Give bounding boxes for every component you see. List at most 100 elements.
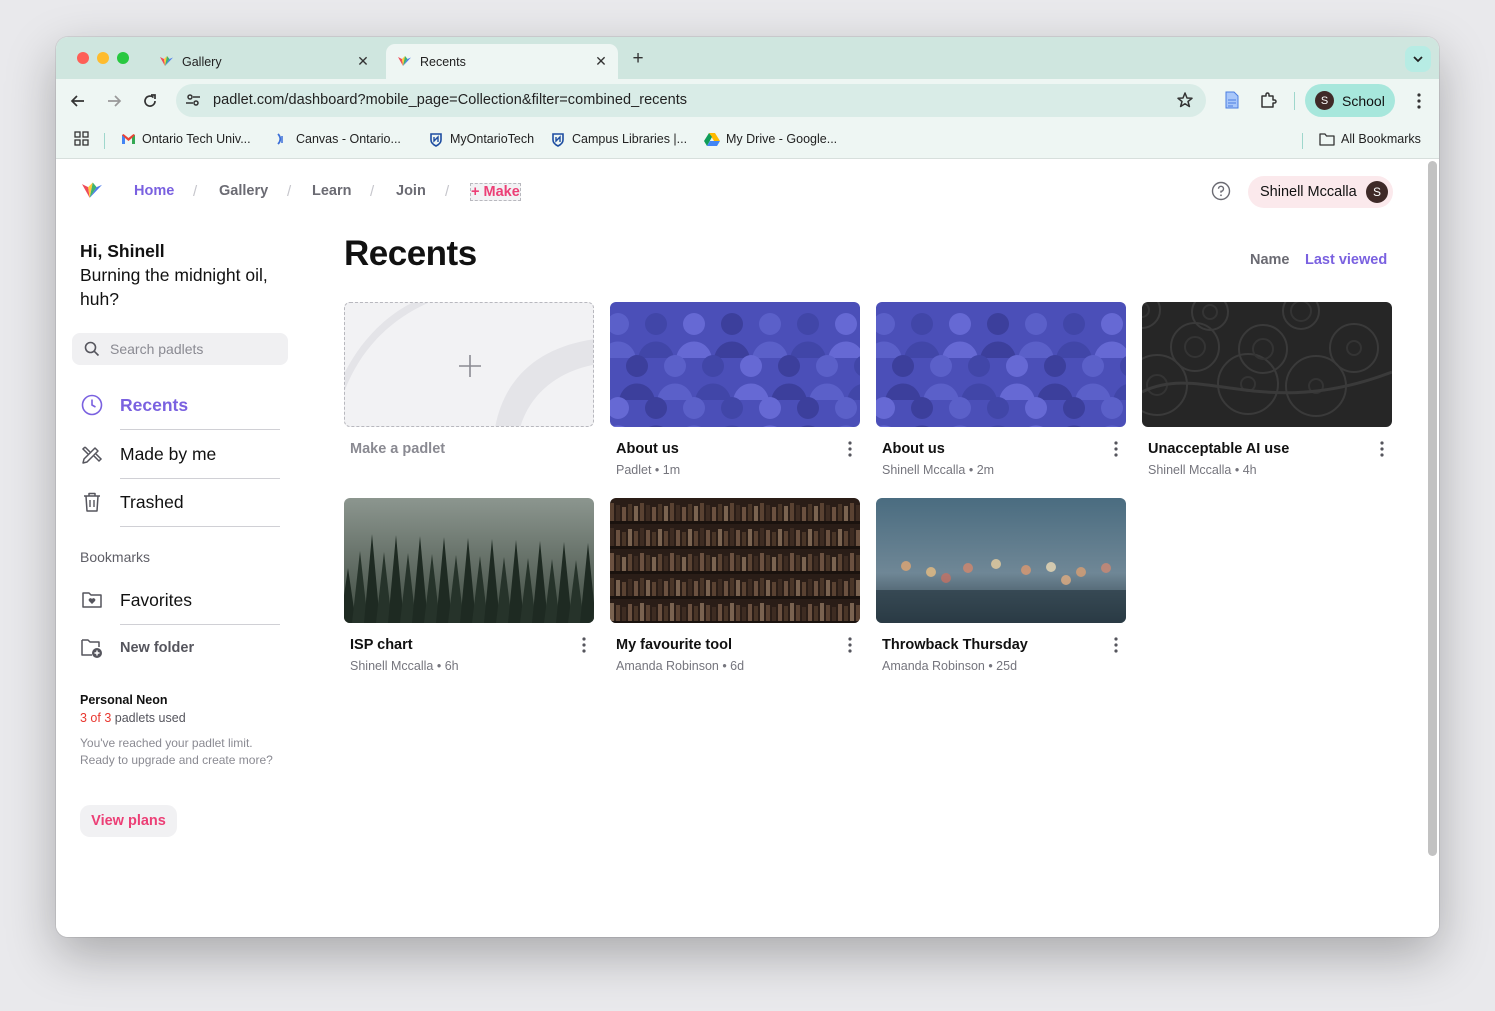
- browser-menu-icon[interactable]: [1408, 90, 1430, 112]
- nav-gallery[interactable]: Gallery: [219, 183, 268, 199]
- sidebar-item-label: Made by me: [120, 443, 217, 464]
- back-button[interactable]: [66, 89, 90, 113]
- make-padlet-card[interactable]: Make a padlet: [344, 302, 594, 482]
- padlet-card[interactable]: Throwback Thursday Amanda Robinson • 25d: [876, 498, 1126, 678]
- padlet-favicon-icon: [396, 54, 412, 70]
- forward-button[interactable]: [102, 89, 126, 113]
- sidebar-item-trashed[interactable]: Trashed: [80, 490, 184, 514]
- padlet-card[interactable]: ISP chart Shinell Mccalla • 6h: [344, 498, 594, 678]
- padlet-thumbnail[interactable]: [610, 498, 860, 623]
- sidebar-item-made-by-me[interactable]: Made by me: [80, 442, 216, 466]
- padlet-thumbnail[interactable]: [344, 498, 594, 623]
- usage-suffix: padlets used: [111, 711, 186, 725]
- help-icon[interactable]: [1211, 181, 1231, 206]
- more-options-icon[interactable]: [844, 440, 856, 458]
- more-options-icon[interactable]: [1110, 636, 1122, 654]
- docs-extension-icon[interactable]: [1221, 89, 1243, 111]
- sidebar-divider: [120, 478, 280, 479]
- padlet-meta: Amanda Robinson • 25d: [882, 659, 1018, 673]
- nav-home[interactable]: Home: [134, 183, 174, 199]
- new-folder-label: New folder: [120, 640, 195, 656]
- close-window-button[interactable]: [77, 52, 89, 64]
- site-settings-icon[interactable]: [185, 92, 201, 113]
- new-folder-button[interactable]: New folder: [80, 636, 194, 660]
- padlet-card[interactable]: Unacceptable AI use Shinell Mccalla • 4h: [1142, 302, 1392, 482]
- all-bookmarks-button[interactable]: All Bookmarks: [1319, 131, 1421, 147]
- plan-name: Personal Neon: [80, 693, 168, 707]
- address-bar[interactable]: padlet.com/dashboard?mobile_page=Collect…: [176, 84, 1206, 117]
- bookmark-ontario-tech[interactable]: Ontario Tech Univ...: [120, 131, 251, 147]
- chevron-down-icon: [1413, 56, 1423, 63]
- bookmark-star-icon[interactable]: [1176, 91, 1194, 114]
- padlet-meta: Shinell Mccalla • 4h: [1148, 463, 1257, 477]
- google-drive-icon: [704, 131, 720, 147]
- page-content: Home / Gallery / Learn / Join / + Make S…: [56, 159, 1439, 937]
- bookmark-label: Campus Libraries |...: [572, 132, 688, 146]
- close-tab-icon[interactable]: ✕: [354, 52, 372, 70]
- more-options-icon[interactable]: [844, 636, 856, 654]
- more-options-icon[interactable]: [1376, 440, 1388, 458]
- ontariotech-icon: [428, 131, 444, 147]
- close-tab-icon[interactable]: ✕: [592, 52, 610, 70]
- search-input[interactable]: Search padlets: [72, 333, 288, 365]
- nav-join[interactable]: Join: [396, 183, 426, 199]
- sidebar-divider: [120, 526, 280, 527]
- sidebar-item-favorites[interactable]: Favorites: [80, 588, 192, 612]
- reload-button[interactable]: [138, 89, 162, 113]
- bookmarks-heading: Bookmarks: [80, 549, 151, 565]
- sidebar-item-label: Favorites: [120, 589, 192, 610]
- user-avatar: S: [1366, 181, 1388, 203]
- bookmark-myontariotech[interactable]: MyOntarioTech: [428, 131, 534, 147]
- padlet-meta: Padlet • 1m: [616, 463, 681, 477]
- bookmarks-bar: Ontario Tech Univ... Canvas - Ontario...…: [56, 123, 1439, 159]
- new-tab-button[interactable]: +: [626, 48, 650, 72]
- make-padlet-thumbnail[interactable]: [344, 302, 594, 427]
- more-options-icon[interactable]: [1110, 440, 1122, 458]
- tab-recents[interactable]: Recents ✕: [386, 44, 618, 79]
- padlet-favicon-icon: [158, 54, 174, 70]
- nav-learn[interactable]: Learn: [312, 183, 352, 199]
- minimize-window-button[interactable]: [97, 52, 109, 64]
- padlet-title[interactable]: ISP chart: [350, 637, 413, 653]
- more-options-icon[interactable]: [578, 636, 590, 654]
- sidebar-item-recents[interactable]: Recents: [80, 393, 188, 417]
- extensions-puzzle-icon[interactable]: [1257, 89, 1279, 111]
- padlet-title[interactable]: My favourite tool: [616, 637, 732, 653]
- padlet-card[interactable]: My favourite tool Amanda Robinson • 6d: [610, 498, 860, 678]
- padlet-thumbnail[interactable]: [610, 302, 860, 427]
- profile-label: School: [1342, 92, 1385, 109]
- folder-heart-icon: [80, 588, 104, 612]
- padlet-card[interactable]: About us Shinell Mccalla • 2m: [876, 302, 1126, 482]
- make-padlet-label: Make a padlet: [350, 441, 446, 457]
- nav-make[interactable]: + Make: [470, 183, 521, 201]
- maximize-window-button[interactable]: [117, 52, 129, 64]
- profile-button[interactable]: S School: [1305, 84, 1395, 117]
- tab-gallery[interactable]: Gallery ✕: [148, 44, 380, 79]
- padlet-logo-icon[interactable]: [80, 181, 104, 206]
- bookmark-canvas[interactable]: Canvas - Ontario...: [274, 131, 401, 147]
- sort-by-name[interactable]: Name: [1250, 252, 1290, 268]
- padlet-thumbnail[interactable]: [1142, 302, 1392, 427]
- sort-by-last-viewed[interactable]: Last viewed: [1305, 252, 1387, 268]
- apps-grid-icon[interactable]: [74, 131, 89, 146]
- padlet-title[interactable]: About us: [882, 441, 945, 457]
- padlet-thumbnail[interactable]: [876, 498, 1126, 623]
- gmail-icon: [120, 131, 136, 147]
- padlet-title[interactable]: Throwback Thursday: [882, 637, 1028, 653]
- usage-text: 3 of 3 padlets used: [80, 711, 186, 725]
- nav-separator: /: [193, 183, 198, 200]
- bookmark-campus-libraries[interactable]: Campus Libraries |...: [550, 131, 687, 147]
- bookmark-separator: [1302, 133, 1303, 149]
- url-text[interactable]: padlet.com/dashboard?mobile_page=Collect…: [213, 92, 687, 108]
- padlet-title[interactable]: About us: [616, 441, 679, 457]
- scrollbar[interactable]: [1428, 161, 1437, 856]
- tab-search-button[interactable]: [1405, 46, 1431, 72]
- padlet-thumbnail[interactable]: [876, 302, 1126, 427]
- padlet-title[interactable]: Unacceptable AI use: [1148, 441, 1289, 457]
- tab-title: Recents: [420, 54, 466, 69]
- bookmark-my-drive[interactable]: My Drive - Google...: [704, 131, 837, 147]
- padlet-card[interactable]: About us Padlet • 1m: [610, 302, 860, 482]
- browser-window: Gallery ✕ Recents ✕ + padlet.com/dashboa…: [56, 37, 1439, 937]
- view-plans-button[interactable]: View plans: [80, 805, 177, 837]
- user-menu-button[interactable]: Shinell Mccalla S: [1248, 176, 1393, 208]
